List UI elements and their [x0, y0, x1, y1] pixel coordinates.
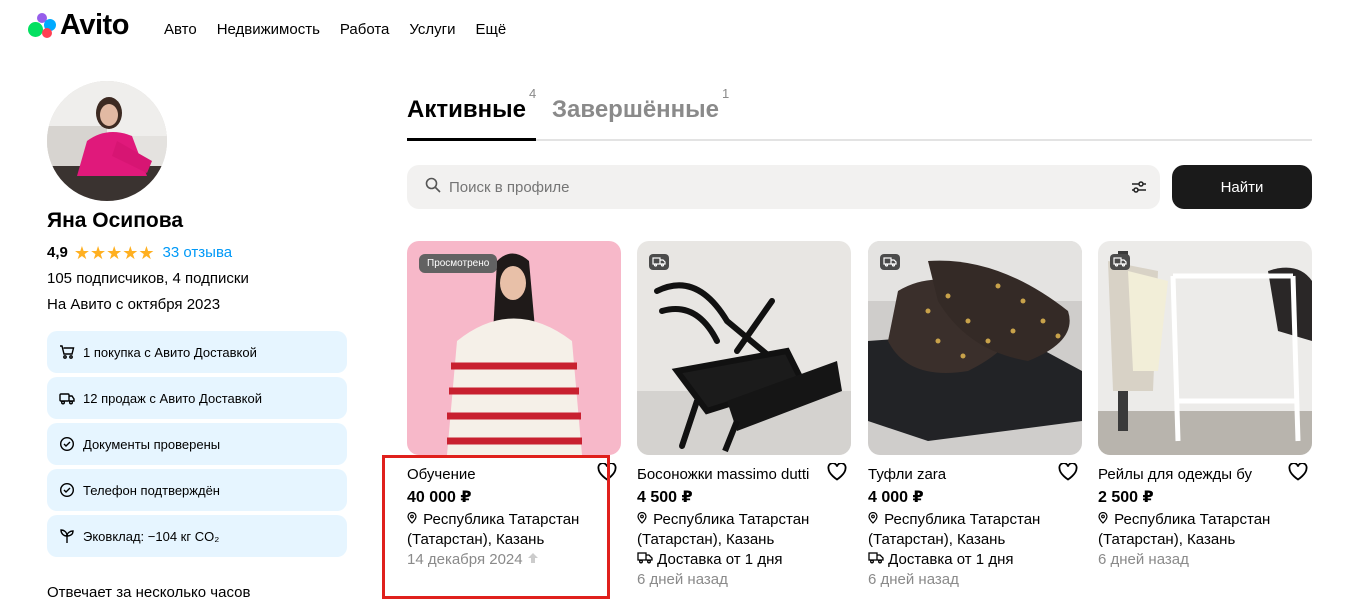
date-text: 6 дней назад [637, 571, 728, 588]
tab-count: 4 [528, 86, 537, 101]
listing-title[interactable]: Босоножки massimo dutti [637, 465, 851, 485]
listing-card[interactable]: Туфли zara 4 000 ₽ Республика Татарстан … [868, 241, 1082, 590]
badge-phone[interactable]: Телефон подтверждён [47, 469, 347, 511]
nav-item-services[interactable]: Услуги [409, 21, 455, 38]
truck-icon [637, 550, 653, 570]
rating-stars-icon: ★★★★★ [73, 242, 155, 263]
listing-price: 4 000 ₽ [868, 489, 924, 506]
listing-date: 6 дней назад [637, 570, 851, 590]
check-circle-icon [59, 436, 75, 452]
badge-documents[interactable]: Документы проверены [47, 423, 347, 465]
delivery-truck-icon [1110, 254, 1130, 270]
viewed-badge: Просмотрено [419, 254, 498, 273]
highlight-box [382, 455, 610, 599]
truck-icon [868, 550, 884, 570]
badge-label: Документы проверены [83, 436, 221, 452]
top-nav: Авто Недвижимость Работа Услуги Ещё [164, 21, 506, 38]
listing-price: 4 500 ₽ [637, 489, 693, 506]
search-input[interactable] [449, 178, 1089, 196]
location-text: Республика Татарстан (Татарстан), Казань [1098, 511, 1271, 548]
badge-label: Эковклад: −104 кг CO₂ [83, 528, 220, 544]
badge-label: Телефон подтверждён [83, 482, 220, 498]
location-pin-icon [637, 510, 649, 530]
filter-settings-icon[interactable] [1130, 178, 1148, 196]
listing-date: 6 дней назад [868, 570, 1082, 590]
listing-delivery: Доставка от 1 дня [637, 550, 851, 570]
badge-label: 12 продаж с Авито Доставкой [83, 390, 262, 406]
location-pin-icon [868, 510, 880, 530]
nav-item-more[interactable]: Ещё [476, 21, 507, 38]
tab-completed[interactable]: Завершённые1 [552, 86, 729, 141]
tab-label: Активные [407, 96, 526, 123]
listing-image[interactable]: Просмотрено [407, 241, 621, 455]
cart-icon [59, 344, 75, 360]
location-pin-icon [1098, 510, 1110, 530]
profile-badges: 1 покупка с Авито Доставкой 12 продаж с … [47, 331, 347, 561]
favorite-heart-icon[interactable] [1288, 462, 1310, 483]
avito-logo[interactable]: Avito [28, 8, 129, 41]
location-text: Республика Татарстан (Татарстан), Казань [868, 511, 1041, 548]
search-icon [425, 177, 441, 198]
listing-delivery: Доставка от 1 дня [868, 550, 1082, 570]
badge-sales[interactable]: 12 продаж с Авито Доставкой [47, 377, 347, 419]
listing-location: Республика Татарстан (Татарстан), Казань [868, 510, 1082, 550]
rating-value: 4,9 [47, 244, 68, 261]
listing-tabs: Активные4 Завершённые1 [407, 86, 1312, 141]
listing-location: Республика Татарстан (Татарстан), Казань [1098, 510, 1312, 550]
delivery-text: Доставка от 1 дня [888, 551, 1014, 568]
subscribers-text[interactable]: 105 подписчиков, 4 подписки [47, 270, 249, 287]
plant-icon [59, 528, 75, 544]
tab-active[interactable]: Активные4 [407, 86, 537, 141]
logo-dots-icon [28, 11, 58, 39]
profile-name: Яна Осипова [47, 209, 184, 232]
check-circle-icon [59, 482, 75, 498]
favorite-heart-icon[interactable] [827, 462, 849, 483]
tab-label: Завершённые [552, 96, 720, 123]
member-since: На Авито с октября 2023 [47, 296, 221, 313]
delivery-text: Доставка от 1 дня [657, 551, 783, 568]
response-time: Отвечает за несколько часов [47, 584, 251, 601]
badge-label: 1 покупка с Авито Доставкой [83, 344, 257, 360]
listing-image[interactable] [868, 241, 1082, 455]
date-text: 6 дней назад [868, 571, 959, 588]
nav-item-auto[interactable]: Авто [164, 21, 197, 38]
listing-card[interactable]: Рейлы для одежды бу 2 500 ₽ Республика Т… [1098, 241, 1312, 570]
badge-eco[interactable]: Эковклад: −104 кг CO₂ [47, 515, 347, 557]
rating-row: 4,9 ★★★★★ 33 отзыва [47, 242, 233, 263]
nav-item-jobs[interactable]: Работа [340, 21, 390, 38]
location-text: Республика Татарстан (Татарстан), Казань [637, 511, 810, 548]
avatar[interactable] [47, 81, 167, 201]
delivery-truck-icon [880, 254, 900, 270]
logo-text: Avito [60, 8, 129, 41]
badge-purchases[interactable]: 1 покупка с Авито Доставкой [47, 331, 347, 373]
listing-price: 2 500 ₽ [1098, 489, 1154, 506]
listing-date: 6 дней назад [1098, 550, 1312, 570]
favorite-heart-icon[interactable] [1058, 462, 1080, 483]
tab-count: 1 [722, 86, 730, 101]
listing-image[interactable] [637, 241, 851, 455]
listing-title[interactable]: Рейлы для одежды бу [1098, 465, 1312, 485]
listing-location: Республика Татарстан (Татарстан), Казань [637, 510, 851, 550]
nav-item-realty[interactable]: Недвижимость [217, 21, 320, 38]
search-button[interactable]: Найти [1172, 165, 1312, 209]
date-text: 6 дней назад [1098, 551, 1189, 568]
delivery-truck-icon [649, 254, 669, 270]
truck-icon [59, 390, 75, 406]
listing-image[interactable] [1098, 241, 1312, 455]
listing-card[interactable]: Босоножки massimo dutti 4 500 ₽ Республи… [637, 241, 851, 590]
reviews-link[interactable]: 33 отзыва [163, 244, 233, 261]
listing-title[interactable]: Туфли zara [868, 465, 1082, 485]
profile-search [407, 165, 1160, 209]
